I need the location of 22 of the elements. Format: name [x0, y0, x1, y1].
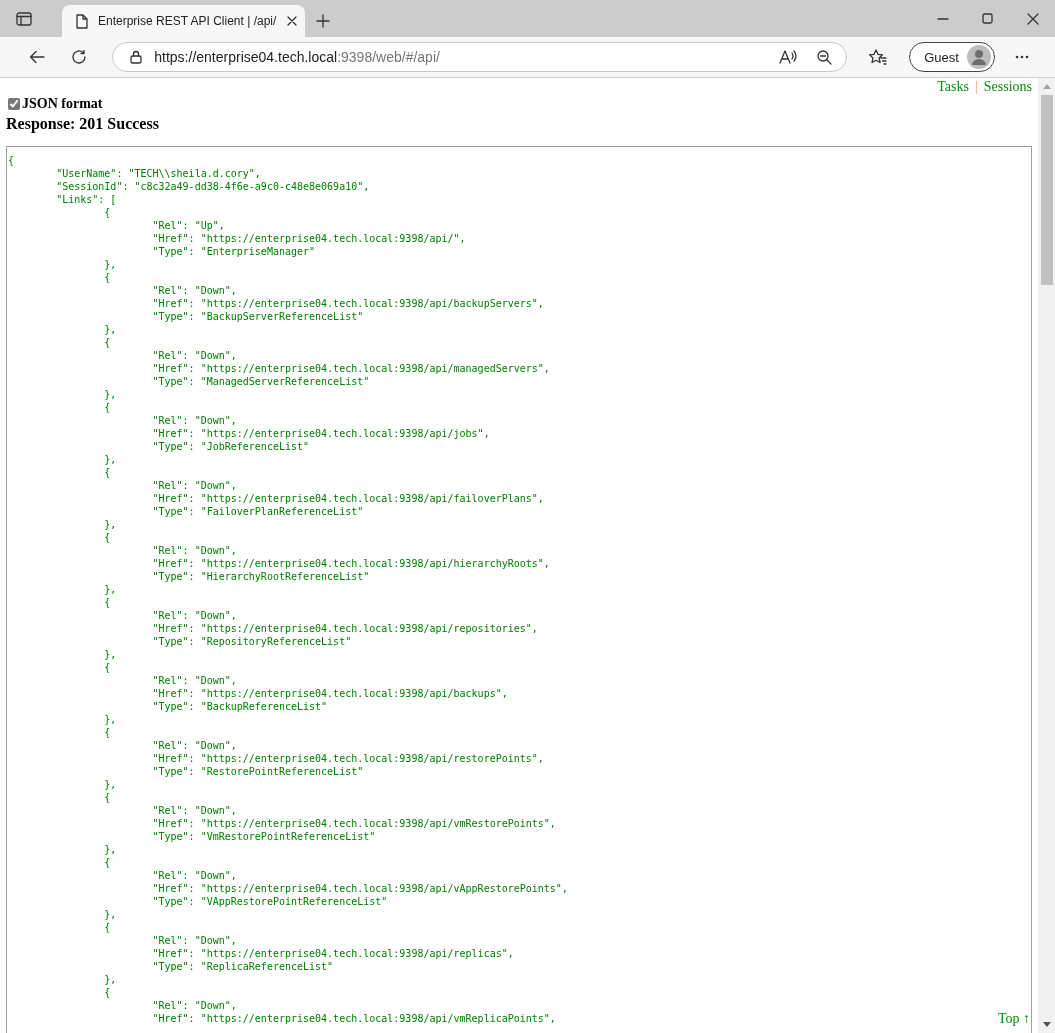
- json-response-text: { "UserName": "TECH\\sheila.d.cory", "SessionId": "c8c32a49-dd38-4f6e-a9c0-c48e8e069a10", "Links": [ { "Rel": "Up", "Href": "https://enterprise04.tech.local:9398/api/", "Type": "EnterpriseManager" }, { "Rel": "Down", "Href": "https://enterprise04.tech.local:9398/api/backupServers", "Type": "BackupServerReferenceList" }, { "Rel": "Down", "Href": "https://enterprise04.tech.local:9398/api/managedServers", "Type": "ManagedServerReferenceList" }, { "Rel": "Down", "Href": "https://enterprise04.tech.local:9398/api/jobs", "Type": "JobReferenceList" }, { "Rel": "Down", "Href": "https://enterprise04.tech.local:9398/api/failoverPlans", "Type": "FailoverPlanReferenceList" }, { "Rel": "Down", "Href": "https://enterprise04.tech.local:9398/api/hierarchyRoots", "Type": "HierarchyRootReferenceList" }, { "Rel": "Down", "Href": "https://enterprise04.tech.local:9398/api/repositories", "Type": "RepositoryReferenceList" }, { "Rel": "Down", "Href": "https://enterprise04.tech.local:9398/api/backups", "Type": "BackupReferenceList" }, { "Rel": "Down", "Href": "https://enterprise04.tech.local:9398/api/restorePoints", "Type": "RestorePointReferenceList" }, { "Rel": "Down", "Href": "https://enterprise04.tech.local:9398/api/vmRestorePoints", "Type": "VmRestorePointReferenceList" }, { "Rel": "Down", "Href": "https://enterprise04.tech.local:9398/api/vAppRestorePoints", "Type": "VAppRestorePointReferenceList" }, { "Rel": "Down", "Href": "https://enterprise04.tech.local:9398/api/replicas", "Type": "ReplicaReferenceList" }, { "Rel": "Down", "Href": "https://enterprise04.tech.local:9398/api/vmReplicaPoints",: [8, 154, 568, 1025]
- scrollbar-thumb[interactable]: [1040, 95, 1053, 285]
- close-icon[interactable]: [286, 15, 299, 27]
- profile-button[interactable]: Guest: [909, 42, 995, 72]
- lock-icon: [130, 50, 143, 64]
- avatar-icon: [966, 45, 991, 69]
- tab-title: Enterprise REST API Client | /api/: [98, 14, 277, 28]
- tasks-link[interactable]: Tasks: [937, 79, 969, 95]
- scrollbar[interactable]: [1038, 78, 1055, 1033]
- json-format-checkbox[interactable]: [8, 98, 20, 110]
- json-format-label: JSON format: [22, 96, 103, 112]
- zoom-out-icon[interactable]: [817, 49, 833, 65]
- response-status: Response: 201 Success: [6, 114, 160, 133]
- sessions-link[interactable]: Sessions: [983, 79, 1032, 95]
- page-icon: [76, 13, 88, 29]
- browser-tab[interactable]: Enterprise REST API Client | /api/: [62, 5, 305, 37]
- read-aloud-icon[interactable]: [779, 50, 798, 64]
- address-bar[interactable]: https://enterprise04.tech.local:9398/web/#/api/: [112, 42, 848, 72]
- url-text: https://enterprise04.tech.local:9398/web/#/api/: [154, 49, 441, 65]
- link-separator: |: [974, 79, 978, 95]
- top-link[interactable]: Top ↑: [997, 1011, 1030, 1027]
- scroll-down-icon[interactable]: [1042, 1022, 1051, 1027]
